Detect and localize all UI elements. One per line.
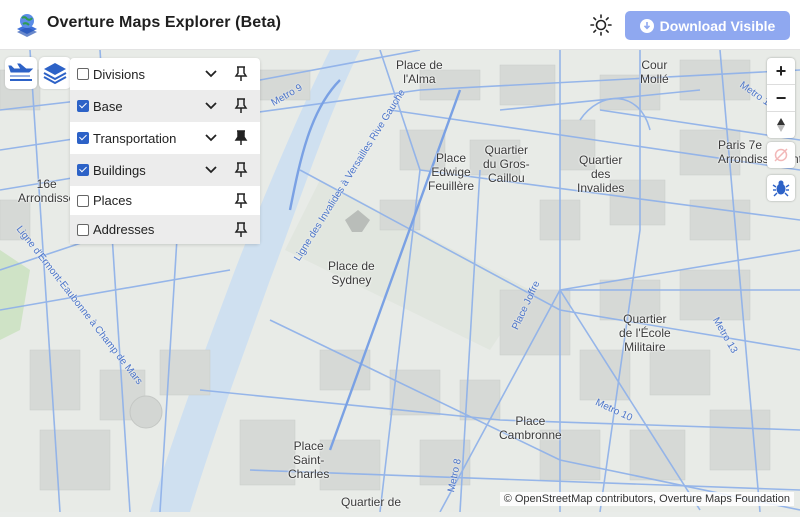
map-place-label: Quartier de l'École Militaire bbox=[619, 312, 671, 354]
zoom-in-button[interactable]: + bbox=[767, 58, 795, 85]
compass-button[interactable] bbox=[767, 112, 795, 138]
layers-panel: Divisions Base Transportation Buildings … bbox=[70, 58, 260, 244]
chevron-down-icon[interactable] bbox=[204, 163, 218, 177]
pin-outline-icon[interactable] bbox=[234, 66, 248, 82]
download-label: Download Visible bbox=[659, 17, 776, 34]
map-place-label: Place de Sydney bbox=[328, 259, 375, 287]
layer-label: Divisions bbox=[93, 66, 146, 82]
app-title: Overture Maps Explorer (Beta) bbox=[47, 14, 282, 31]
location-disabled-icon bbox=[774, 148, 788, 162]
theme-toggle-sun-icon[interactable] bbox=[589, 13, 613, 37]
layer-checkbox[interactable] bbox=[77, 223, 89, 236]
pin-filled-icon[interactable] bbox=[234, 130, 248, 146]
zoom-out-button[interactable]: − bbox=[767, 85, 795, 112]
layer-checkbox[interactable] bbox=[77, 132, 89, 144]
map-place-label: Quartier des Invalides bbox=[577, 153, 625, 195]
layer-row-places[interactable]: Places bbox=[70, 186, 260, 215]
layer-label: Buildings bbox=[93, 162, 146, 178]
map-place-label: 16e Arrondisse bbox=[18, 177, 76, 205]
download-visible-button[interactable]: Download Visible bbox=[625, 11, 790, 40]
layers-icon bbox=[43, 63, 67, 85]
chevron-down-icon[interactable] bbox=[204, 67, 218, 81]
layer-label: Places bbox=[93, 193, 133, 208]
layers-tool-button[interactable] bbox=[39, 57, 71, 89]
airplane-icon bbox=[8, 63, 34, 81]
compass-icon bbox=[777, 118, 785, 132]
debug-button[interactable] bbox=[767, 175, 795, 201]
layer-checkbox[interactable] bbox=[77, 68, 89, 80]
layer-row-buildings[interactable]: Buildings bbox=[70, 154, 260, 186]
map-place-label: Cour Mollé bbox=[640, 58, 669, 86]
overture-logo-icon bbox=[17, 14, 37, 37]
chevron-down-icon[interactable] bbox=[204, 99, 218, 113]
layer-row-addresses[interactable]: Addresses bbox=[70, 215, 260, 244]
app-header: Overture Maps Explorer (Beta) Download V… bbox=[0, 0, 800, 50]
layer-checkbox[interactable] bbox=[77, 164, 89, 176]
layer-label: Base bbox=[93, 98, 123, 114]
layer-label: Transportation bbox=[93, 130, 177, 146]
chevron-down-icon[interactable] bbox=[204, 131, 218, 145]
map-place-label: Place Saint- Charles bbox=[288, 439, 330, 481]
layer-row-base[interactable]: Base bbox=[70, 90, 260, 122]
navigate-tool-button[interactable] bbox=[5, 57, 37, 89]
map-place-label: Place de l'Alma bbox=[396, 58, 443, 86]
pin-outline-icon[interactable] bbox=[234, 162, 248, 178]
layer-row-transportation[interactable]: Transportation bbox=[70, 122, 260, 154]
layer-row-divisions[interactable]: Divisions bbox=[70, 58, 260, 90]
bug-icon bbox=[772, 180, 790, 197]
pin-outline-icon[interactable] bbox=[234, 98, 248, 114]
layer-checkbox[interactable] bbox=[77, 100, 89, 112]
layer-checkbox[interactable] bbox=[77, 194, 89, 207]
map-attribution[interactable]: © OpenStreetMap contributors, Overture M… bbox=[499, 492, 794, 506]
map-place-label: Quartier du Gros- Caillou bbox=[483, 143, 530, 185]
pin-outline-icon[interactable] bbox=[234, 192, 248, 209]
pin-outline-icon[interactable] bbox=[234, 221, 248, 238]
download-icon bbox=[639, 18, 654, 33]
geolocate-button[interactable] bbox=[767, 142, 795, 168]
map-place-label: Place Cambronne bbox=[499, 414, 562, 442]
map-place-label: Place Edwige Feuillère bbox=[428, 151, 475, 193]
layer-label: Addresses bbox=[93, 222, 155, 237]
zoom-control: + − bbox=[767, 58, 795, 138]
map-place-label: Quartier de bbox=[341, 495, 402, 509]
